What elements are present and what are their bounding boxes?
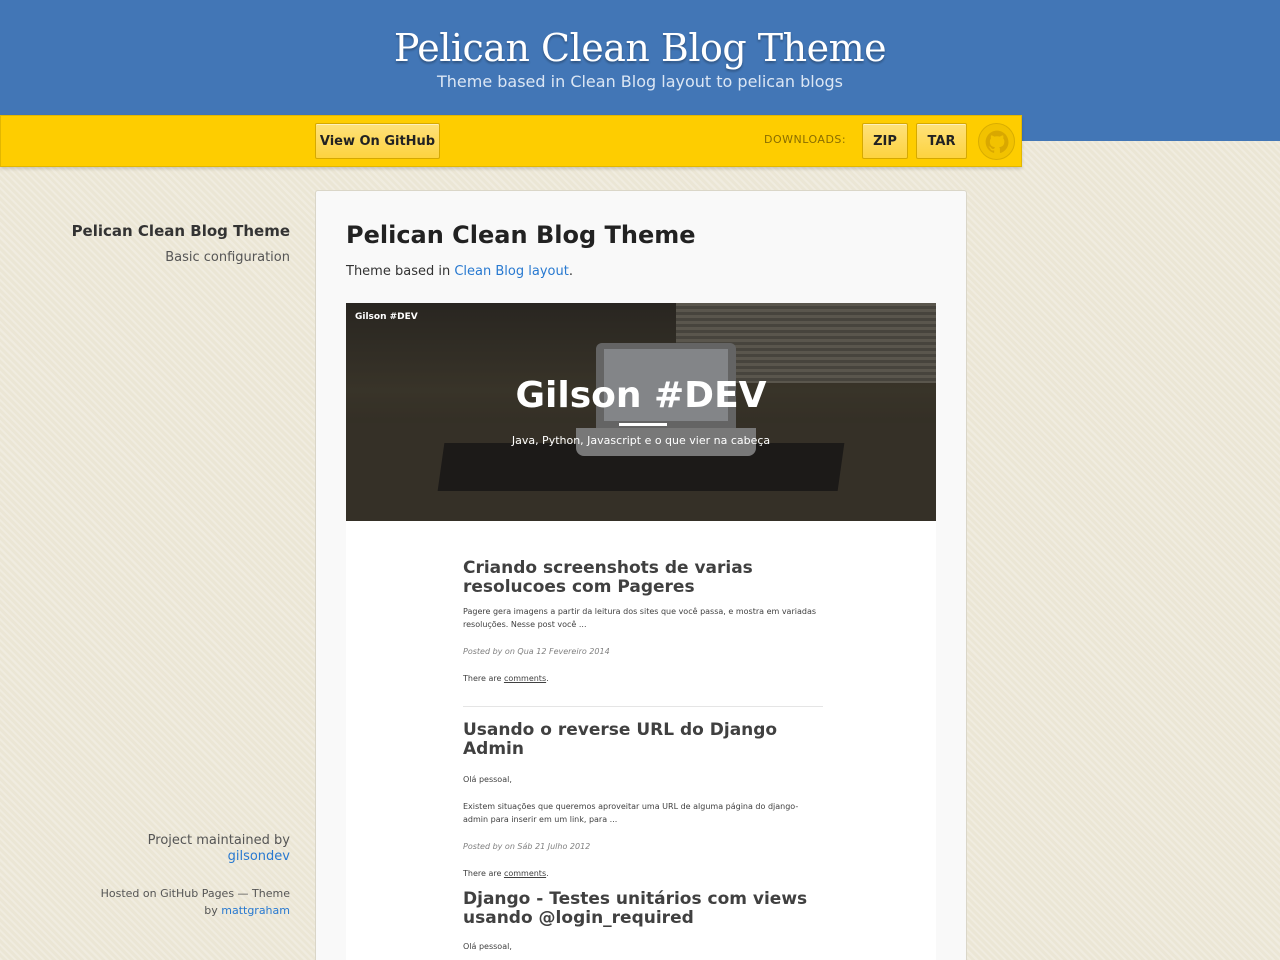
- site-header: Pelican Clean Blog Theme Theme based in …: [0, 0, 1280, 115]
- clean-blog-link[interactable]: Clean Blog layout: [454, 264, 568, 279]
- post-excerpt: Existem situações que queremos aproveita…: [463, 802, 799, 824]
- intro-text: Theme based in Clean Blog layout.: [346, 264, 573, 279]
- list-item: Usando o reverse URL do Django Admin Olá…: [463, 721, 823, 880]
- sidebar-footer: Project maintained by gilsondev Hosted o…: [60, 833, 290, 919]
- page-title: Pelican Clean Blog Theme: [346, 221, 696, 249]
- octocat-icon[interactable]: [978, 123, 1015, 160]
- post-title: Django - Testes unitários com views usan…: [463, 889, 808, 928]
- post-title: Usando o reverse URL do Django Admin: [463, 720, 778, 759]
- post-meta: Posted by on Qua 12 Fevereiro 2014: [463, 647, 610, 656]
- view-on-github-button[interactable]: View On GitHub: [315, 123, 440, 159]
- screenshot-hero: Gilson #DEV Gilson #DEV Java, Python, Ja…: [346, 303, 936, 521]
- download-zip-button[interactable]: ZIP: [862, 123, 908, 159]
- post-title: Criando screenshots de varias resolucoes…: [463, 558, 753, 597]
- post-meta: Posted by on Sáb 21 Julho 2012: [463, 842, 591, 851]
- main-content: Pelican Clean Blog Theme Theme based in …: [315, 190, 967, 960]
- site-tagline: Theme based in Clean Blog layout to peli…: [436, 72, 844, 91]
- downloads-label: DOWNLOADS:: [764, 133, 847, 146]
- post-excerpt: Pagere gera imagens a partir da leitura …: [463, 607, 817, 629]
- theme-author-link[interactable]: mattgraham: [221, 904, 290, 917]
- maintainer-link[interactable]: gilsondev: [228, 849, 290, 864]
- sidebar-title: Pelican Clean Blog Theme: [71, 222, 290, 240]
- header-extension: [1022, 115, 1280, 141]
- post-greeting: Olá pessoal,: [463, 942, 512, 951]
- post-divider: [463, 706, 823, 707]
- theme-screenshot: Gilson #DEV Gilson #DEV Java, Python, Ja…: [346, 303, 936, 960]
- download-tar-button[interactable]: TAR: [916, 123, 967, 159]
- screenshot-hero-title: Gilson #DEV: [515, 375, 767, 416]
- post-comments: There are comments.: [463, 674, 549, 683]
- hero-divider: [619, 423, 667, 426]
- by-text: by: [204, 904, 218, 917]
- screenshot-brand: Gilson #DEV: [355, 312, 418, 322]
- toolbar-ribbon: View On GitHub DOWNLOADS: ZIP TAR: [0, 115, 1022, 167]
- list-item: Criando screenshots de varias resolucoes…: [463, 559, 823, 685]
- list-item: Django - Testes unitários com views usan…: [463, 890, 823, 953]
- sidebar-item-basic-configuration[interactable]: Basic configuration: [60, 250, 290, 265]
- post-comments: There are comments.: [463, 869, 549, 878]
- hosted-text: Hosted on GitHub Pages — Theme: [100, 887, 290, 900]
- maintained-by-text: Project maintained by: [147, 833, 290, 848]
- sidebar: Pelican Clean Blog Theme Basic configura…: [60, 222, 290, 265]
- screenshot-hero-subtitle: Java, Python, Javascript e o que vier na…: [511, 434, 771, 447]
- post-greeting: Olá pessoal,: [463, 775, 512, 784]
- site-title: Pelican Clean Blog Theme: [393, 26, 887, 70]
